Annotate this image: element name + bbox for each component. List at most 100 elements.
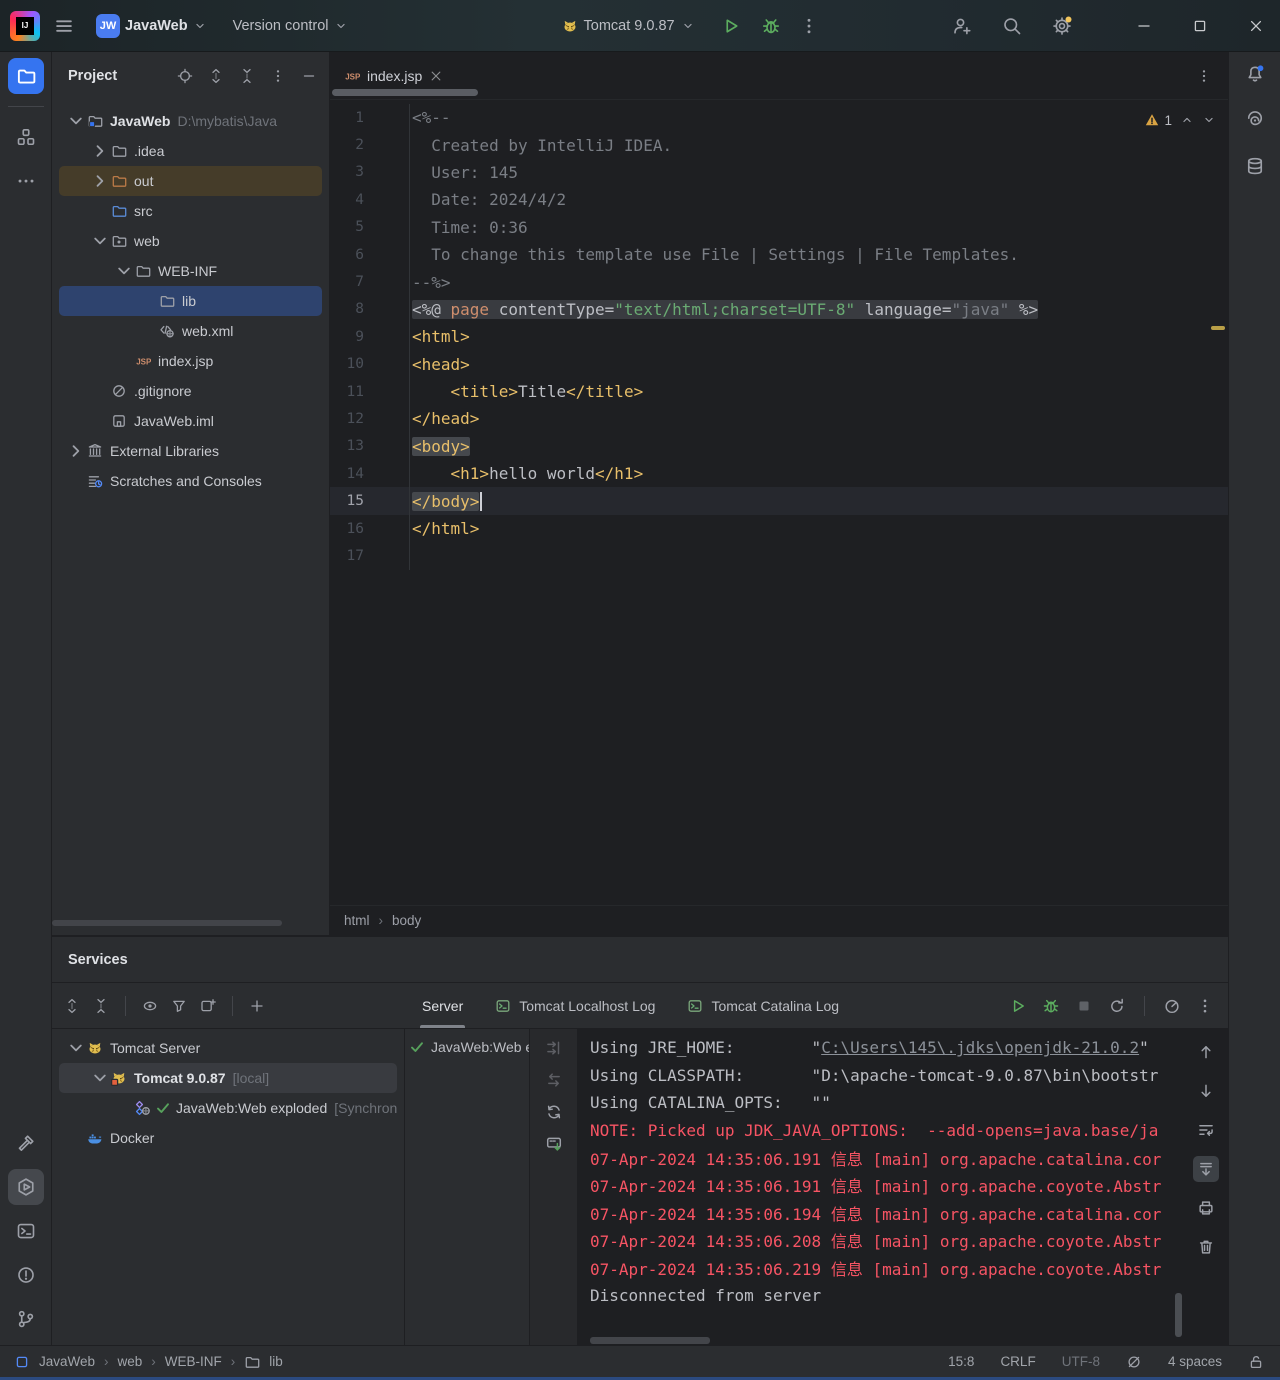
scroll-to-end-icon[interactable]	[1197, 1160, 1215, 1178]
add-service-icon[interactable]	[249, 998, 265, 1014]
server-log[interactable]: Using JRE_HOME: "C:\Users\145\.jdks\open…	[578, 1029, 1228, 1345]
status-breadcrumb-lib[interactable]: lib	[269, 1354, 283, 1369]
terminal-tool-button[interactable]	[8, 1213, 44, 1249]
highlighting-level-icon[interactable]	[1126, 1354, 1142, 1370]
code-line-10[interactable]: 10<head>	[330, 351, 1228, 378]
hide-panel-icon[interactable]	[301, 68, 317, 84]
chevron-down-icon[interactable]	[89, 1067, 111, 1089]
code-line-14[interactable]: 14 <h1>hello world</h1>	[330, 460, 1228, 487]
run-button[interactable]	[721, 16, 741, 36]
filter-icon[interactable]	[171, 998, 187, 1014]
vertical-scrollbar[interactable]	[1175, 1293, 1182, 1337]
line-separator[interactable]: CRLF	[1000, 1354, 1035, 1369]
project-tree-item-scratches-and-consoles[interactable]: Scratches and Consoles	[59, 466, 322, 496]
tab-index-jsp[interactable]: JSP index.jsp	[330, 52, 455, 99]
project-tree-item-web-inf[interactable]: WEB-INF	[59, 256, 322, 286]
project-tree-item-javaweb-iml[interactable]: JavaWeb.iml	[59, 406, 322, 436]
project-tree-item-idea[interactable]: .idea	[59, 136, 322, 166]
code-line-6[interactable]: 6 To change this template use File | Set…	[330, 241, 1228, 268]
code-line-4[interactable]: 4 Date: 2024/4/2	[330, 186, 1228, 213]
build-tool-button[interactable]	[8, 1125, 44, 1161]
chevron-right-icon[interactable]	[65, 440, 87, 462]
breadcrumb-html[interactable]: html	[344, 913, 370, 928]
run-config-widget[interactable]: Tomcat 9.0.87	[562, 18, 695, 34]
project-tree-item-external-libraries[interactable]: External Libraries	[59, 436, 322, 466]
code-line-7[interactable]: 7--%>	[330, 268, 1228, 295]
project-tree-item-out[interactable]: out	[59, 166, 322, 196]
code-line-2[interactable]: 2 Created by IntelliJ IDEA.	[330, 131, 1228, 158]
more-actions-icon[interactable]	[799, 16, 819, 36]
main-menu-icon[interactable]	[54, 16, 74, 36]
tab-tomcat-catalina-log[interactable]: Tomcat Catalina Log	[671, 983, 855, 1028]
vcs-widget[interactable]: Version control	[227, 14, 354, 38]
rerun-icon[interactable]	[1108, 997, 1126, 1015]
expand-all-icon[interactable]	[64, 998, 80, 1014]
services-tool-button[interactable]	[8, 1169, 44, 1205]
deploy-icon[interactable]	[545, 1039, 563, 1057]
scroll-up-icon[interactable]	[1197, 1043, 1215, 1061]
soft-wrap-icon[interactable]	[1197, 1121, 1215, 1139]
code-line-8[interactable]: 8<%@ page contentType="text/html;charset…	[330, 296, 1228, 323]
project-tree-item-lib[interactable]: lib	[59, 286, 322, 316]
code-line-16[interactable]: 16</html>	[330, 515, 1228, 542]
scroll-down-icon[interactable]	[1197, 1082, 1215, 1100]
minimize-button[interactable]	[1136, 18, 1152, 34]
notifications-bell-icon[interactable]	[1245, 64, 1265, 84]
status-breadcrumb-web-inf[interactable]: WEB-INF	[165, 1354, 222, 1369]
chevron-right-icon[interactable]	[89, 170, 111, 192]
database-icon[interactable]	[1245, 156, 1265, 176]
hot-swap-icon[interactable]	[545, 1071, 563, 1089]
editor-options-icon[interactable]	[1196, 68, 1212, 84]
close-button[interactable]	[1248, 18, 1264, 34]
status-breadcrumb-javaweb[interactable]: JavaWeb	[39, 1354, 95, 1369]
refresh-icon[interactable]	[545, 1103, 563, 1121]
print-icon[interactable]	[1197, 1199, 1215, 1217]
panel-options-icon[interactable]	[270, 68, 286, 84]
chevron-down-icon[interactable]	[113, 260, 135, 282]
more-tools-button[interactable]	[8, 163, 44, 199]
collapse-all-icon[interactable]	[239, 68, 255, 84]
services-tree-item-javaweb-web-exploded[interactable]: JavaWeb:Web exploded[Synchronized]	[59, 1093, 397, 1123]
code-line-12[interactable]: 12</head>	[330, 405, 1228, 432]
services-tree-item-docker[interactable]: Docker	[59, 1123, 397, 1153]
indent-setting[interactable]: 4 spaces	[1168, 1354, 1222, 1369]
search-icon[interactable]	[1002, 16, 1022, 36]
maximize-button[interactable]	[1192, 18, 1208, 34]
close-tab-icon[interactable]	[429, 69, 443, 83]
unlock-icon[interactable]	[1248, 1354, 1264, 1370]
tab-server[interactable]: Server	[406, 983, 479, 1028]
chevron-down-icon[interactable]	[65, 110, 87, 132]
prev-warning-icon[interactable]	[1180, 113, 1194, 127]
settings-gear-icon[interactable]	[1052, 16, 1072, 36]
next-warning-icon[interactable]	[1202, 113, 1216, 127]
dashboard-icon[interactable]	[1163, 997, 1181, 1015]
services-tree-item-tomcat-server[interactable]: Tomcat Server	[59, 1033, 397, 1063]
deployment-item[interactable]: JavaWeb:Web exploded	[405, 1039, 529, 1055]
project-tree-item-web-xml[interactable]: web.xml	[59, 316, 322, 346]
project-tree-item-web[interactable]: web	[59, 226, 322, 256]
locate-file-icon[interactable]	[177, 68, 193, 84]
caret-position[interactable]: 15:8	[948, 1354, 974, 1369]
project-widget[interactable]: JW JavaWeb	[90, 10, 213, 42]
project-tree-item-gitignore[interactable]: .gitignore	[59, 376, 322, 406]
horizontal-scrollbar[interactable]	[590, 1337, 710, 1344]
more-options-icon[interactable]	[1196, 997, 1214, 1015]
run-icon[interactable]	[1009, 997, 1027, 1015]
chevron-down-icon[interactable]	[89, 230, 111, 252]
breadcrumb-body[interactable]: body	[392, 913, 421, 928]
code-line-5[interactable]: 5 Time: 0:36	[330, 214, 1228, 241]
problems-tool-button[interactable]	[8, 1257, 44, 1293]
structure-tool-button[interactable]	[8, 119, 44, 155]
dump-icon[interactable]	[545, 1135, 563, 1153]
code-line-1[interactable]: 1<%--	[330, 104, 1228, 131]
warning-stripe-mark[interactable]	[1211, 326, 1225, 330]
code-line-15[interactable]: 15</body>	[330, 487, 1228, 514]
debug-icon[interactable]	[1042, 997, 1060, 1015]
code-line-17[interactable]: 17	[330, 542, 1228, 569]
code-editor[interactable]: 1<%--2 Created by IntelliJ IDEA.3 User: …	[330, 100, 1228, 905]
expand-all-icon[interactable]	[208, 68, 224, 84]
project-tree-item-index-jsp[interactable]: JSPindex.jsp	[59, 346, 322, 376]
project-tool-button[interactable]	[8, 58, 44, 94]
file-encoding[interactable]: UTF-8	[1062, 1354, 1100, 1369]
status-breadcrumb-web[interactable]: web	[118, 1354, 143, 1369]
